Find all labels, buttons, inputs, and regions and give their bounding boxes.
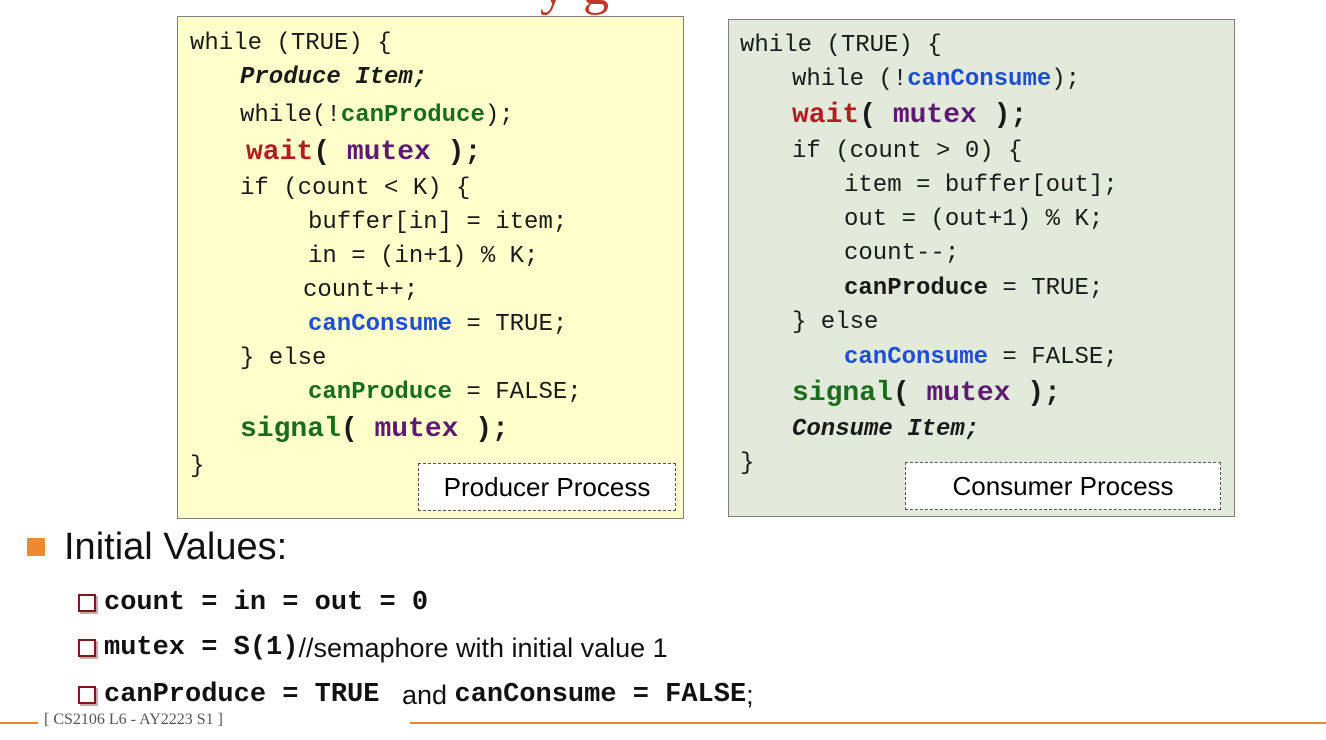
code-token: ); bbox=[1010, 378, 1061, 409]
code-token: ); bbox=[976, 100, 1028, 131]
code-line: } bbox=[740, 450, 755, 477]
code-token-signal: signal bbox=[792, 378, 893, 409]
code-token-canproduce: canProduce bbox=[844, 275, 989, 302]
list-item: count = in = out = 0 bbox=[78, 585, 428, 621]
code-token: while (! bbox=[792, 66, 908, 93]
initial-values-heading: Initial Values: bbox=[64, 526, 288, 568]
code-token: ( bbox=[340, 414, 375, 445]
code-line: wait( mutex ); bbox=[246, 136, 481, 170]
checkbox-bullet-icon bbox=[78, 686, 96, 704]
list-item: canProduce = TRUE and canConsume = FALSE… bbox=[78, 677, 754, 713]
code-token-signal: signal bbox=[240, 414, 341, 445]
code-token: ( bbox=[313, 137, 347, 168]
code-token: ); bbox=[484, 102, 514, 129]
checkbox-bullet-icon bbox=[78, 639, 96, 657]
code-token-canconsume: canConsume bbox=[308, 311, 453, 338]
code-line: buffer[in] = item; bbox=[308, 209, 568, 236]
code-token-canproduce: canProduce bbox=[340, 102, 485, 129]
code-token-mutex: mutex bbox=[926, 378, 1011, 409]
checkbox-bullet-icon bbox=[78, 594, 96, 612]
code-line: count++; bbox=[303, 277, 419, 304]
code-token-wait: wait bbox=[792, 100, 860, 131]
code-line: Produce Item; bbox=[240, 64, 428, 91]
code-line: canProduce = FALSE; bbox=[308, 376, 582, 410]
code-line: signal( mutex ); bbox=[792, 377, 1061, 411]
code-line: if (count < K) { bbox=[240, 175, 471, 202]
code-token: ( bbox=[859, 100, 893, 131]
initial-value-terminator: ; bbox=[746, 679, 754, 710]
consumer-process-label: Consumer Process bbox=[905, 462, 1221, 510]
code-token-canconsume: canConsume bbox=[844, 344, 989, 371]
code-token-canconsume: canConsume bbox=[907, 66, 1052, 93]
code-line: } else bbox=[240, 345, 327, 372]
initial-value-connector: and bbox=[379, 679, 455, 710]
code-line: out = (out+1) % K; bbox=[844, 206, 1104, 233]
code-token: ); bbox=[1051, 66, 1081, 93]
code-line: while (TRUE) { bbox=[740, 32, 942, 59]
code-token: ); bbox=[458, 414, 509, 445]
initial-value-code: count = in = out = 0 bbox=[104, 588, 429, 618]
initial-value-code: canConsume = FALSE bbox=[454, 680, 747, 710]
code-token-mutex: mutex bbox=[892, 100, 977, 131]
footer-divider-right bbox=[410, 722, 1326, 724]
code-line: in = (in+1) % K; bbox=[308, 243, 539, 270]
code-line: } bbox=[190, 453, 205, 480]
code-line: while (TRUE) { bbox=[190, 30, 392, 57]
code-line: while(!canProduce); bbox=[240, 99, 514, 133]
code-line: while (!canConsume); bbox=[792, 63, 1080, 97]
code-token: = TRUE; bbox=[452, 311, 568, 338]
code-token-mutex: mutex bbox=[374, 414, 459, 445]
code-line: canConsume = FALSE; bbox=[844, 341, 1118, 375]
code-line: Consume Item; bbox=[792, 416, 980, 443]
code-token-wait: wait bbox=[246, 137, 314, 168]
initial-value-code: canProduce = TRUE bbox=[104, 680, 380, 710]
code-token: while(! bbox=[240, 102, 341, 129]
code-line: item = buffer[out]; bbox=[844, 172, 1118, 199]
code-line: } else bbox=[792, 309, 879, 336]
bullet-square-icon bbox=[27, 538, 45, 556]
code-token-canproduce: canProduce bbox=[308, 379, 453, 406]
footer-course-label: [ CS2106 L6 - AY2223 S1 ] bbox=[44, 711, 223, 728]
code-line: count--; bbox=[844, 240, 960, 267]
code-token: ); bbox=[430, 137, 482, 168]
list-item: mutex = S(1) //semaphore with initial va… bbox=[78, 630, 668, 666]
code-token: = FALSE; bbox=[452, 379, 582, 406]
code-line: canConsume = TRUE; bbox=[308, 308, 567, 342]
code-token: ( bbox=[892, 378, 927, 409]
code-line: wait( mutex ); bbox=[792, 99, 1027, 133]
producer-process-label: Producer Process bbox=[418, 463, 676, 511]
code-token: = TRUE; bbox=[988, 275, 1104, 302]
producer-code-box: while (TRUE) { Produce Item; while(!canP… bbox=[177, 16, 684, 519]
code-token-mutex: mutex bbox=[346, 137, 431, 168]
code-line: canProduce = TRUE; bbox=[844, 272, 1103, 306]
consumer-code-box: while (TRUE) { while (!canConsume); wait… bbox=[728, 19, 1235, 517]
code-line: signal( mutex ); bbox=[240, 413, 509, 447]
code-token: = FALSE; bbox=[988, 344, 1118, 371]
slide-title-fragment: y g bbox=[540, 0, 611, 14]
initial-value-comment: //semaphore with initial value 1 bbox=[298, 632, 668, 663]
code-line: if (count > 0) { bbox=[792, 138, 1023, 165]
footer-divider-left bbox=[0, 722, 38, 724]
initial-value-code: mutex = S(1) bbox=[104, 633, 299, 663]
